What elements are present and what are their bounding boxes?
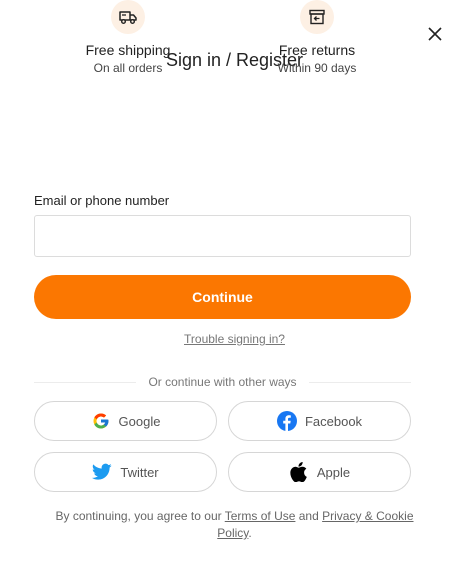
email-input[interactable] [34,215,411,257]
trouble-signing-in-link[interactable]: Trouble signing in? [0,332,469,346]
facebook-button[interactable]: Facebook [228,401,411,441]
benefit-title: Free shipping [85,42,171,58]
benefit-title: Free returns [278,42,356,58]
return-box-icon [300,0,334,34]
close-icon [428,27,442,41]
terms-of-use-link[interactable]: Terms of Use [225,509,296,523]
divider-line [308,381,412,383]
terms-prefix: By continuing, you agree to our [55,509,225,523]
benefit-subtitle: Within 90 days [277,61,357,75]
divider-text: Or continue with other ways [148,375,297,389]
apple-label: Apple [316,464,351,480]
sign-in-dialog: Sign in / Register Free shipping On all … [0,0,469,561]
apple-button[interactable]: Apple [228,452,411,492]
email-label: Email or phone number [34,193,170,208]
facebook-label: Facebook [304,413,363,429]
terms-suffix: . [248,526,252,540]
terms-text: By continuing, you agree to our Terms of… [40,508,429,542]
twitter-button[interactable]: Twitter [34,452,217,492]
apple-icon [289,462,309,482]
divider-line [34,381,137,383]
benefit-free-shipping: Free shipping On all orders [48,0,208,76]
close-button[interactable] [425,24,445,44]
twitter-icon [92,462,113,482]
benefit-subtitle: On all orders [93,61,163,75]
google-button[interactable]: Google [34,401,217,441]
benefit-free-returns: Free returns Within 90 days [237,0,397,76]
divider: Or continue with other ways [34,374,412,390]
terms-middle: and [295,509,323,523]
continue-button[interactable]: Continue [34,275,411,319]
google-label: Google [118,413,161,429]
facebook-icon [276,411,297,431]
truck-icon [111,0,145,34]
google-icon [91,411,111,431]
twitter-label: Twitter [120,464,159,480]
